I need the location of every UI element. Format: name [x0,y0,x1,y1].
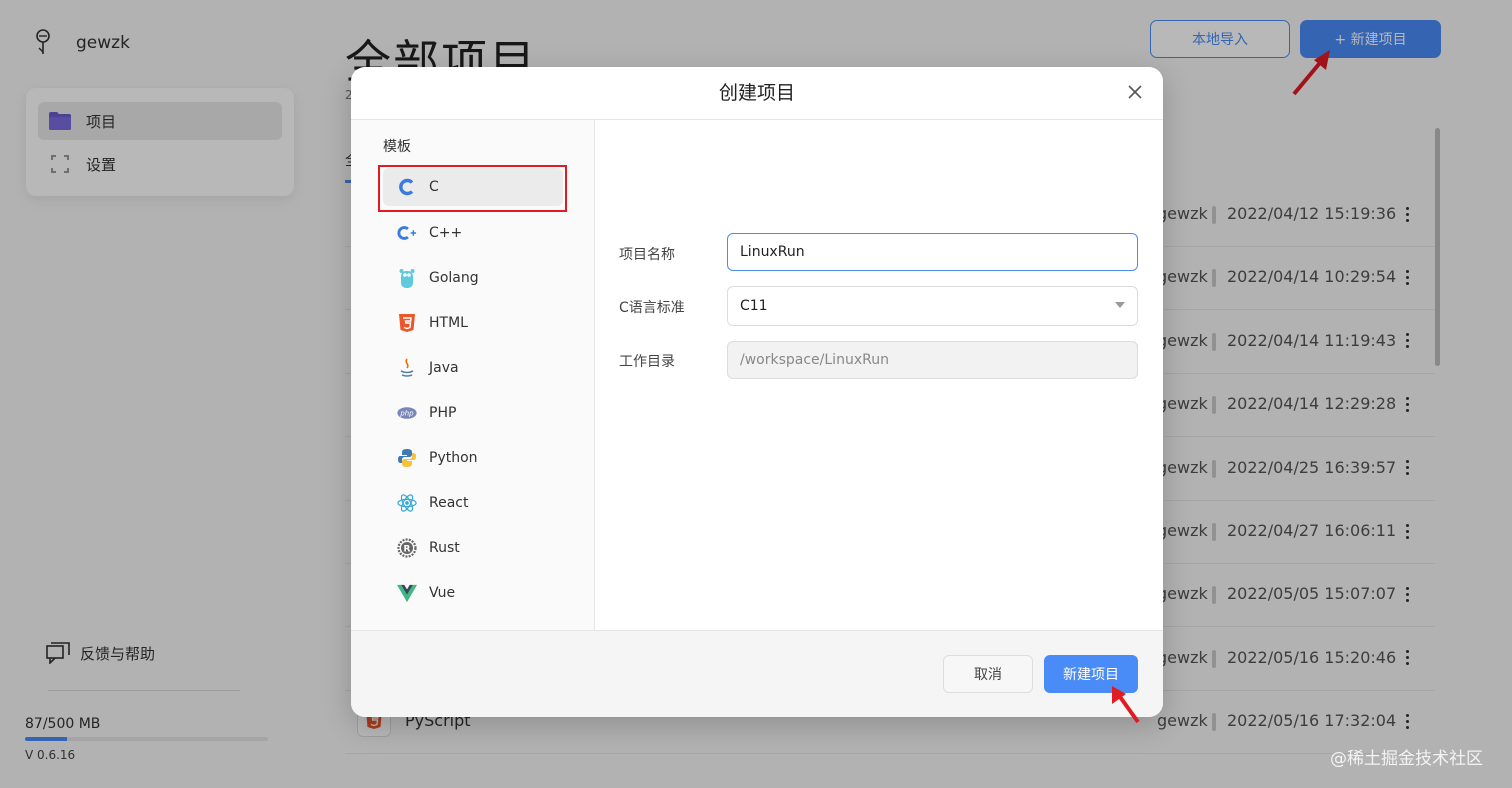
template-label: C++ [429,224,463,241]
template-item-html[interactable]: HTML [383,300,563,345]
cpp-icon [397,223,417,243]
c-standard-select[interactable]: C11 [727,286,1138,326]
template-item-react[interactable]: React [383,480,563,525]
vue-icon [397,583,417,603]
workdir-label: 工作目录 [619,354,675,370]
python-icon [397,448,417,468]
template-item-php[interactable]: php PHP [383,390,563,435]
template-item-cpp[interactable]: C++ [383,210,563,255]
dialog-title: 创建项目 [718,82,795,104]
workdir-value: /workspace/LinuxRun [740,352,889,368]
template-list: C C++ Golang HTML Java php PHP Python React R Rust… [383,168,563,615]
template-label: Python [429,449,478,466]
php-icon: php [397,403,417,423]
chevron-down-icon [1115,302,1125,308]
svg-text:php: php [399,409,414,417]
template-label: Java [429,359,459,376]
template-item-vue[interactable]: Vue [383,570,563,615]
annotation-arrow-icon [1112,686,1140,724]
watermark: @稀土掘金技术社区 [1330,749,1483,769]
template-item-golang[interactable]: Golang [383,255,563,300]
c-standard-label: C语言标准 [619,300,685,316]
template-label: HTML [429,314,468,331]
create-project-dialog: 创建项目 模板 C C++ Golang HTML Java php PHP Python Re… [351,67,1163,717]
template-label: React [429,494,469,511]
close-icon[interactable] [1125,82,1145,102]
template-label: Rust [429,539,460,556]
rust-icon: R [397,537,417,558]
svg-text:R: R [404,544,411,554]
c-standard-value: C11 [740,298,768,314]
cancel-button[interactable]: 取消 [943,655,1033,693]
golang-icon [397,268,417,288]
template-label: PHP [429,404,457,421]
dialog-footer: 取消 新建项目 [351,630,1163,717]
project-name-input[interactable]: LinuxRun [727,233,1138,271]
highlight-box [378,165,567,212]
templates-heading: 模板 [383,139,411,155]
react-icon [397,493,417,513]
project-name-label: 项目名称 [619,247,675,263]
template-item-python[interactable]: Python [383,435,563,480]
template-item-rust[interactable]: R Rust [383,525,563,570]
project-name-value: LinuxRun [740,244,805,260]
java-icon [397,358,417,378]
html5-icon [397,313,417,333]
template-label: Golang [429,269,479,286]
workdir-input: /workspace/LinuxRun [727,341,1138,379]
project-form: 项目名称 LinuxRun C语言标准 C11 工作目录 /workspace/… [595,120,1163,630]
template-label: Vue [429,584,456,601]
template-item-java[interactable]: Java [383,345,563,390]
